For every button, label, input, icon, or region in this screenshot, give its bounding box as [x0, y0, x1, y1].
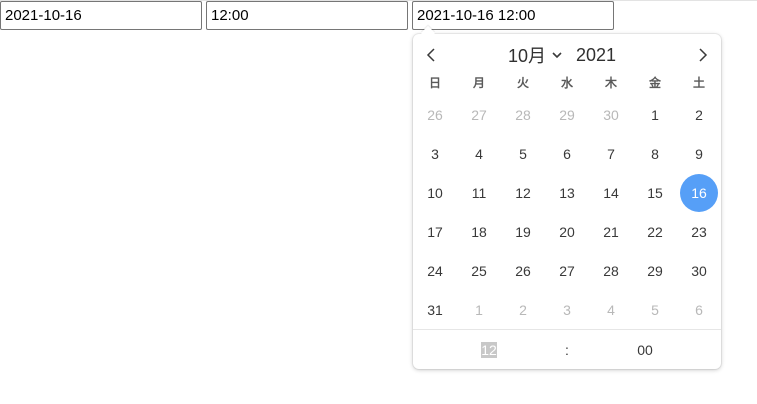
day-cell[interactable]: 5 — [504, 135, 542, 173]
day-cell-other-month[interactable]: 26 — [416, 96, 454, 134]
datetime-input[interactable] — [412, 1, 614, 30]
day-cell[interactable]: 21 — [592, 213, 630, 251]
year-input[interactable] — [575, 42, 636, 68]
day-cell[interactable]: 12 — [504, 174, 542, 212]
chevron-right-icon — [699, 48, 708, 62]
time-input[interactable] — [206, 1, 408, 30]
day-cell[interactable]: 7 — [592, 135, 630, 173]
day-cell-other-month[interactable]: 30 — [592, 96, 630, 134]
day-cell[interactable]: 3 — [416, 135, 454, 173]
day-cell[interactable]: 6 — [548, 135, 586, 173]
day-cell-other-month[interactable]: 27 — [460, 96, 498, 134]
calendar-popup: 10月 日月火水木金土 2627282930123456789101112131… — [413, 25, 721, 369]
day-cell[interactable]: 17 — [416, 213, 454, 251]
weekday-label: 水 — [560, 76, 573, 90]
day-cell-other-month[interactable]: 4 — [592, 291, 630, 329]
day-cell[interactable]: 31 — [416, 291, 454, 329]
weekday-label: 木 — [604, 76, 617, 90]
weekday-label: 月 — [472, 76, 485, 90]
weekday-label: 火 — [516, 76, 529, 90]
day-cell[interactable]: 19 — [504, 213, 542, 251]
day-cell-selected[interactable]: 16 — [680, 174, 718, 212]
day-cell[interactable]: 14 — [592, 174, 630, 212]
day-cell[interactable]: 27 — [548, 252, 586, 290]
day-cell[interactable]: 20 — [548, 213, 586, 251]
day-cell-other-month[interactable]: 5 — [636, 291, 674, 329]
minute-field[interactable]: 00 — [631, 342, 659, 358]
day-cell[interactable]: 28 — [592, 252, 630, 290]
chevron-left-icon — [426, 48, 435, 62]
day-cell[interactable]: 1 — [636, 96, 674, 134]
day-cell[interactable]: 22 — [636, 213, 674, 251]
time-row: 12 : 00 — [413, 329, 721, 369]
day-cell[interactable]: 11 — [460, 174, 498, 212]
prev-month-button[interactable] — [421, 45, 441, 65]
day-cell[interactable]: 4 — [460, 135, 498, 173]
day-grid: 26 27 28 29 30 1 2 3 4 5 6 7 8 9 10 11 12 13 14 15 16 17 18 19 2… — [413, 96, 721, 330]
day-cell-other-month[interactable]: 1 — [460, 291, 498, 329]
chevron-down-icon — [552, 51, 562, 59]
day-cell-other-month[interactable]: 29 — [548, 96, 586, 134]
weekday-label: 金 — [648, 76, 661, 90]
weekday-label: 日 — [428, 76, 441, 90]
day-cell-other-month[interactable]: 2 — [504, 291, 542, 329]
calendar-header: 10月 — [413, 34, 721, 74]
day-cell[interactable]: 24 — [416, 252, 454, 290]
day-cell[interactable]: 15 — [636, 174, 674, 212]
day-cell[interactable]: 18 — [460, 213, 498, 251]
day-cell[interactable]: 2 — [680, 96, 718, 134]
weekday-row: 日月火水木金土 — [413, 74, 721, 92]
day-cell[interactable]: 10 — [416, 174, 454, 212]
day-cell-other-month[interactable]: 6 — [680, 291, 718, 329]
day-cell[interactable]: 29 — [636, 252, 674, 290]
day-cell[interactable]: 25 — [460, 252, 498, 290]
weekday-label: 土 — [692, 76, 705, 90]
day-cell-other-month[interactable]: 3 — [548, 291, 586, 329]
day-cell[interactable]: 8 — [636, 135, 674, 173]
day-cell[interactable]: 13 — [548, 174, 586, 212]
day-cell[interactable]: 23 — [680, 213, 718, 251]
month-label: 10月 — [508, 46, 547, 66]
date-input[interactable] — [0, 1, 202, 30]
next-month-button[interactable] — [693, 45, 713, 65]
day-cell[interactable]: 26 — [504, 252, 542, 290]
hour-field[interactable]: 12 — [481, 342, 497, 358]
day-cell[interactable]: 30 — [680, 252, 718, 290]
day-cell-other-month[interactable]: 28 — [504, 96, 542, 134]
day-cell[interactable]: 9 — [680, 135, 718, 173]
time-separator: : — [565, 342, 569, 358]
month-dropdown[interactable]: 10月 — [508, 43, 562, 67]
